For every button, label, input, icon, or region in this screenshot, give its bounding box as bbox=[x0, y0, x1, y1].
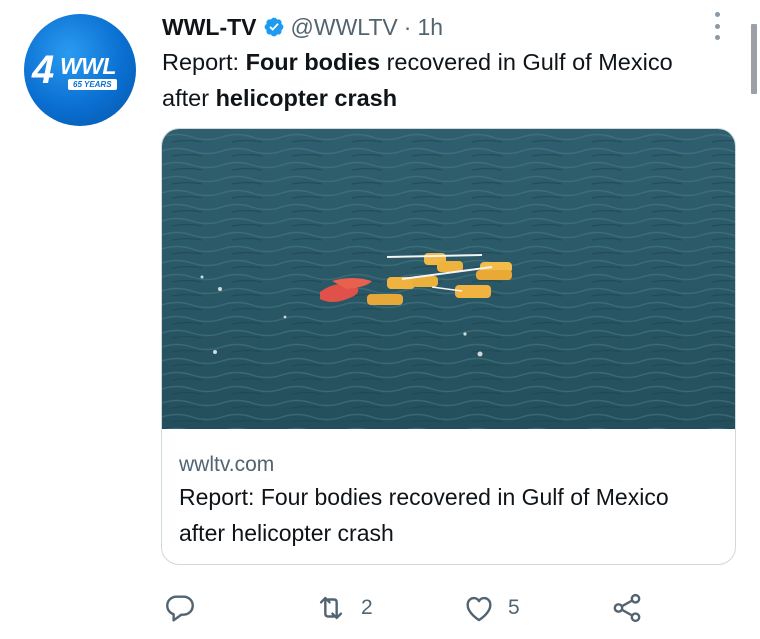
link-card[interactable]: wwltv.com Report: Four bodies recovered … bbox=[161, 128, 736, 565]
more-options-icon[interactable] bbox=[710, 12, 724, 40]
card-domain[interactable]: wwltv.com bbox=[179, 453, 274, 477]
header-separator: · bbox=[403, 13, 412, 40]
heart-icon bbox=[466, 596, 492, 622]
reply-icon bbox=[166, 595, 194, 622]
retweet-button[interactable]: 2 bbox=[313, 588, 373, 628]
share-icon bbox=[613, 593, 641, 623]
logo-tagline: 65 YEARS bbox=[68, 79, 117, 90]
share-button[interactable] bbox=[610, 588, 644, 628]
retweet-icon bbox=[319, 596, 343, 620]
tweet-text-part: Report: bbox=[162, 49, 246, 75]
like-count: 5 bbox=[508, 596, 520, 619]
account-name[interactable]: WWL-TV bbox=[162, 14, 257, 41]
tweet-header: WWL-TV @WWLTV · 1h bbox=[162, 12, 443, 42]
tweet-text: Report: Four bodies recovered in Gulf of… bbox=[162, 44, 722, 116]
card-image[interactable] bbox=[162, 129, 735, 429]
account-handle[interactable]: @WWLTV bbox=[291, 14, 398, 41]
tweet-text-bold: helicopter crash bbox=[215, 85, 398, 111]
scrollbar[interactable] bbox=[751, 24, 757, 94]
reply-button[interactable] bbox=[163, 588, 197, 628]
avatar[interactable]: 4 WWL 65 YEARS bbox=[24, 14, 136, 126]
like-button[interactable]: 5 bbox=[462, 588, 520, 628]
verified-badge-icon bbox=[264, 17, 283, 37]
action-bar: 2 5 bbox=[0, 588, 760, 632]
logo-number: 4 bbox=[32, 48, 54, 92]
card-title[interactable]: Report: Four bodies recovered in Gulf of… bbox=[179, 479, 719, 551]
tweet-text-bold: Four bodies bbox=[245, 49, 381, 75]
logo-call-letters: WWL bbox=[60, 53, 116, 79]
retweet-count: 2 bbox=[361, 596, 373, 619]
tweet-timestamp[interactable]: 1h bbox=[417, 14, 443, 41]
